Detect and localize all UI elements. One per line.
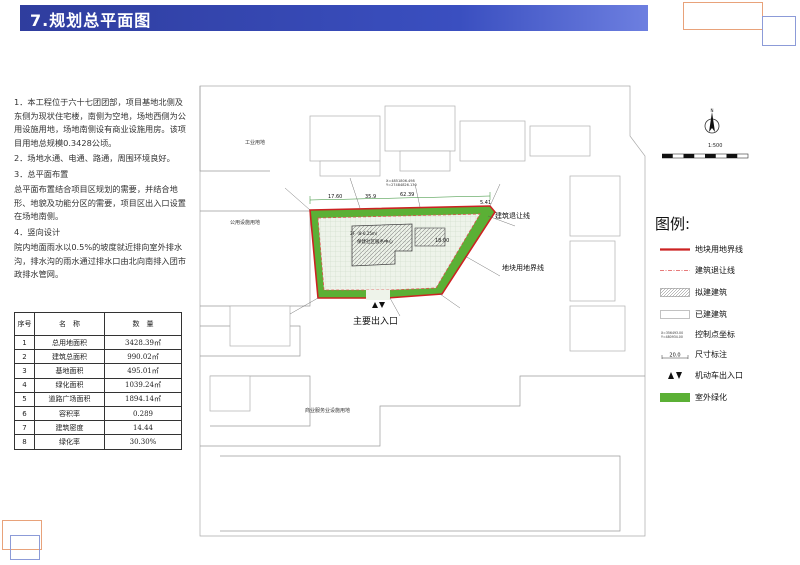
table-row: 5 道路广场面积 1894.14㎡ bbox=[14, 391, 182, 407]
cell-no: 6 bbox=[14, 405, 35, 422]
dim-label-4: 18.00 bbox=[435, 238, 449, 244]
cell-qty: 1894.14㎡ bbox=[104, 391, 182, 407]
deco-frame-top-right-2 bbox=[762, 16, 796, 46]
legend-label: 控制点坐标 bbox=[695, 330, 735, 339]
stats-table: 序号 名 称 数 量 1 总用地面积 3428.39㎡ 2 建筑总面积 990.02㎡ … bbox=[14, 312, 182, 450]
label-industrial: 工业用地 bbox=[245, 139, 265, 146]
scale-label: 1:500 bbox=[708, 143, 723, 149]
legend-item-dimension: 20.0 尺寸标注 bbox=[660, 348, 795, 362]
coord-label-2: Y=27484826.130 bbox=[386, 183, 417, 187]
building-floor: 2F（8-6.25m） bbox=[350, 231, 380, 236]
legend-label: 拟建建筑 bbox=[695, 288, 727, 297]
th-qty: 数 量 bbox=[104, 312, 182, 336]
table-row: 2 建筑总面积 990.02㎡ bbox=[14, 349, 182, 365]
entrance-arrow-down-icon bbox=[379, 302, 385, 308]
dimension-icon: 20.0 bbox=[661, 353, 689, 359]
entrance-gap bbox=[366, 290, 390, 300]
cell-name: 建筑总面积 bbox=[34, 349, 105, 365]
legend-label: 室外绿化 bbox=[695, 393, 727, 402]
entrance-arrow-up-icon bbox=[372, 302, 378, 308]
cell-name: 容积率 bbox=[34, 405, 105, 422]
desc-paragraph-2: 2．场地水通、电通、路通，周围环境良好。 bbox=[14, 153, 175, 163]
cell-qty: 0.289 bbox=[104, 405, 182, 422]
legend-label: 建筑退让线 bbox=[695, 266, 735, 275]
existing-building-icon bbox=[660, 310, 690, 319]
legend-item-planned-building: 拟建建筑 bbox=[660, 286, 795, 300]
cell-no: 8 bbox=[14, 434, 35, 450]
cell-qty: 1039.24㎡ bbox=[104, 377, 182, 393]
vehicle-entrance-icon bbox=[668, 372, 682, 379]
legend-item-existing-building: 已建建筑 bbox=[660, 308, 795, 322]
dim-label-2: 35.9 bbox=[365, 194, 376, 200]
building-name: 保建社区服务中心 bbox=[357, 238, 393, 245]
legend-item-setback: 建筑退让线 bbox=[660, 264, 795, 278]
coord-sample-y: Y=480934.00 bbox=[661, 335, 683, 339]
cell-no: 2 bbox=[14, 349, 35, 365]
legend-item-vehicle-entrance: 机动车出入口 bbox=[660, 369, 795, 383]
cell-name: 建筑密度 bbox=[34, 420, 105, 436]
table-row: 6 容积率 0.289 bbox=[14, 405, 182, 422]
setback-line-icon bbox=[660, 270, 690, 271]
cell-name: 道路广场面积 bbox=[34, 391, 105, 407]
cell-name: 绿化率 bbox=[34, 434, 105, 450]
label-boundary-line: 地块用地界线 bbox=[502, 263, 544, 272]
cell-name: 绿化面积 bbox=[34, 377, 105, 393]
desc-paragraph-5: 4．竖向设计 bbox=[14, 226, 61, 237]
cell-no: 7 bbox=[14, 420, 35, 436]
label-setback-line: 建筑退让线 bbox=[495, 211, 530, 220]
description-text: 1．本工程位于六十七团团部，项目基地北侧及东侧为现状住宅楼，南侧为空地，场地西侧… bbox=[14, 96, 186, 282]
desc-paragraph-6: 院内地面雨水以0.5%的坡度就近排向室外排水沟，排水沟的雨水通过排水口由北向南排… bbox=[14, 242, 186, 279]
legend-item-control-point: X=356493.00 Y=480934.00 控制点坐标 bbox=[660, 328, 795, 342]
dim-label-1: 17.60 bbox=[328, 194, 342, 200]
green-area-icon bbox=[660, 393, 690, 402]
th-no: 序号 bbox=[14, 312, 35, 336]
table-row: 1 总用地面积 3428.39㎡ bbox=[14, 334, 182, 351]
label-public-facility: 公用设施用地 bbox=[230, 219, 260, 226]
cell-qty: 3428.39㎡ bbox=[104, 334, 182, 351]
legend-item-green: 室外绿化 bbox=[660, 391, 795, 405]
cell-qty: 990.02㎡ bbox=[104, 349, 182, 365]
deco-frame-bottom-left-2 bbox=[10, 535, 40, 560]
dim-label-5: 5.41 bbox=[480, 200, 491, 206]
legend-item-boundary: 地块用地界线 bbox=[660, 243, 795, 257]
cell-no: 1 bbox=[14, 334, 35, 351]
cell-name: 基地面积 bbox=[34, 363, 105, 379]
cell-name: 总用地面积 bbox=[34, 334, 105, 351]
legend-label: 尺寸标注 bbox=[695, 350, 727, 359]
cell-qty: 14.44 bbox=[104, 420, 182, 436]
north-arrow-icon: N bbox=[704, 108, 720, 134]
label-commercial: 商业服务业设施用地 bbox=[305, 407, 350, 414]
cell-no: 5 bbox=[14, 391, 35, 407]
table-row: 3 基地面积 495.01㎡ bbox=[14, 363, 182, 379]
table-row: 7 建筑密度 14.44 bbox=[14, 420, 182, 436]
legend-title: 图例: bbox=[655, 215, 691, 233]
scale-bar bbox=[662, 153, 749, 159]
th-name: 名 称 bbox=[34, 312, 105, 336]
legend-label: 地块用地界线 bbox=[695, 245, 743, 254]
hatch-icon bbox=[660, 288, 690, 297]
table-header-row: 序号 名 称 数 量 bbox=[14, 312, 182, 336]
cell-no: 3 bbox=[14, 363, 35, 379]
cell-no: 4 bbox=[14, 377, 35, 393]
table-row: 4 绿化面积 1039.24㎡ bbox=[14, 377, 182, 393]
table-row: 8 绿化率 30.30% bbox=[14, 434, 182, 450]
dim-label-3: 62.39 bbox=[400, 192, 414, 198]
legend-label: 机动车出入口 bbox=[695, 371, 743, 380]
boundary-line-icon bbox=[660, 248, 690, 251]
cell-qty: 495.01㎡ bbox=[104, 363, 182, 379]
desc-paragraph-1: 1．本工程位于六十七团团部，项目基地北侧及东侧为现状住宅楼，南侧为空地，场地西侧… bbox=[14, 97, 186, 148]
dim-sample: 20.0 bbox=[669, 353, 680, 359]
control-point-icon: X=356493.00 Y=480934.00 bbox=[661, 331, 683, 339]
legend-label: 已建建筑 bbox=[695, 310, 727, 319]
north-letter: N bbox=[711, 108, 714, 113]
desc-paragraph-4: 总平面布置结合项目区规划的需要，并结合地形、地貌及功能分区的需要，项目区出入口设… bbox=[14, 184, 186, 221]
cell-qty: 30.30% bbox=[104, 434, 182, 450]
site-plan: 保建社区服务中心 2F（8-6.25m） 17.60 35.9 62.39 18… bbox=[199, 85, 646, 537]
deco-frame-top-right bbox=[683, 2, 763, 30]
label-main-entrance: 主要出入口 bbox=[353, 315, 398, 327]
page-title: 7.规划总平面图 bbox=[30, 11, 152, 30]
desc-paragraph-3: 3．总平面布置 bbox=[14, 168, 69, 179]
